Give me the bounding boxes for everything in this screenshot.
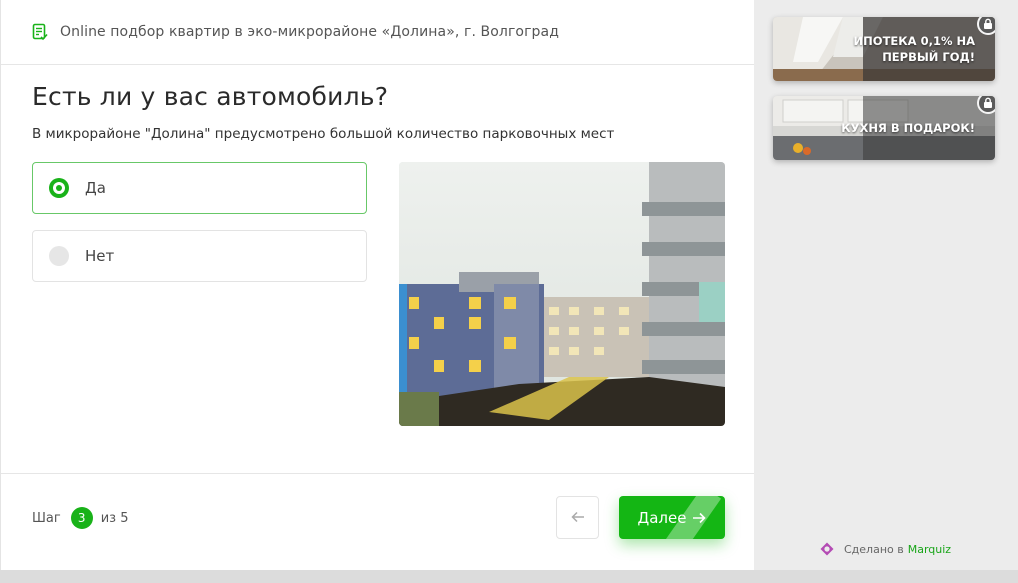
bonus-line: ПЕРВЫЙ ГОД! [882,50,975,64]
building-photo [399,162,725,426]
made-with-label: Сделано в [844,542,904,556]
option-label: Нет [85,247,115,265]
next-label: Далее [637,508,687,527]
arrow-left-icon [570,508,585,527]
quiz-footer: Шаг 3 из 5 Далее [1,473,755,570]
made-with-marquiz[interactable]: Сделано в Marquiz [820,542,951,556]
next-button[interactable]: Далее [619,496,725,539]
option-no[interactable]: Нет [32,230,367,282]
bonus-kitchen[interactable]: КУХНЯ В ПОДАРОК! [773,96,995,160]
question-heading: Есть ли у вас автомобиль? [32,82,389,111]
marquiz-link[interactable]: Marquiz [908,543,951,556]
radio-selected[interactable] [49,178,69,198]
bonus-sidebar: ИПОТЕКА 0,1% НА ПЕРВЫЙ ГОД! КУХНЯ В ПОДА… [754,0,1018,570]
bottom-scroll-area [0,570,1018,583]
quiz-header: Online подбор квартир в эко-микрорайоне … [1,0,755,65]
arrow-right-icon [692,512,707,524]
step-number-badge: 3 [70,507,93,529]
bonus-text: КУХНЯ В ПОДАРОК! [841,120,975,136]
quiz-panel: Online подбор квартир в эко-микрорайоне … [0,0,755,570]
marquiz-logo-icon [820,542,834,556]
step-indicator: Шаг 3 из 5 [32,507,128,529]
step-total: из 5 [100,510,129,526]
bonus-text: ИПОТЕКА 0,1% НА ПЕРВЫЙ ГОД! [854,33,975,65]
bonus-line: КУХНЯ В ПОДАРОК! [841,121,975,135]
quiz-title: Online подбор квартир в эко-микрорайоне … [60,24,559,40]
radio-unselected[interactable] [49,246,69,266]
bonus-line: ИПОТЕКА 0,1% НА [853,34,975,48]
document-check-icon [32,23,48,41]
bonus-mortgage[interactable]: ИПОТЕКА 0,1% НА ПЕРВЫЙ ГОД! [773,17,995,81]
step-prefix: Шаг [32,510,61,526]
option-label: Да [85,179,106,197]
question-subtitle: В микрорайоне "Долина" предусмотрено бол… [32,126,615,142]
option-yes[interactable]: Да [32,162,367,214]
back-button[interactable] [556,496,599,539]
